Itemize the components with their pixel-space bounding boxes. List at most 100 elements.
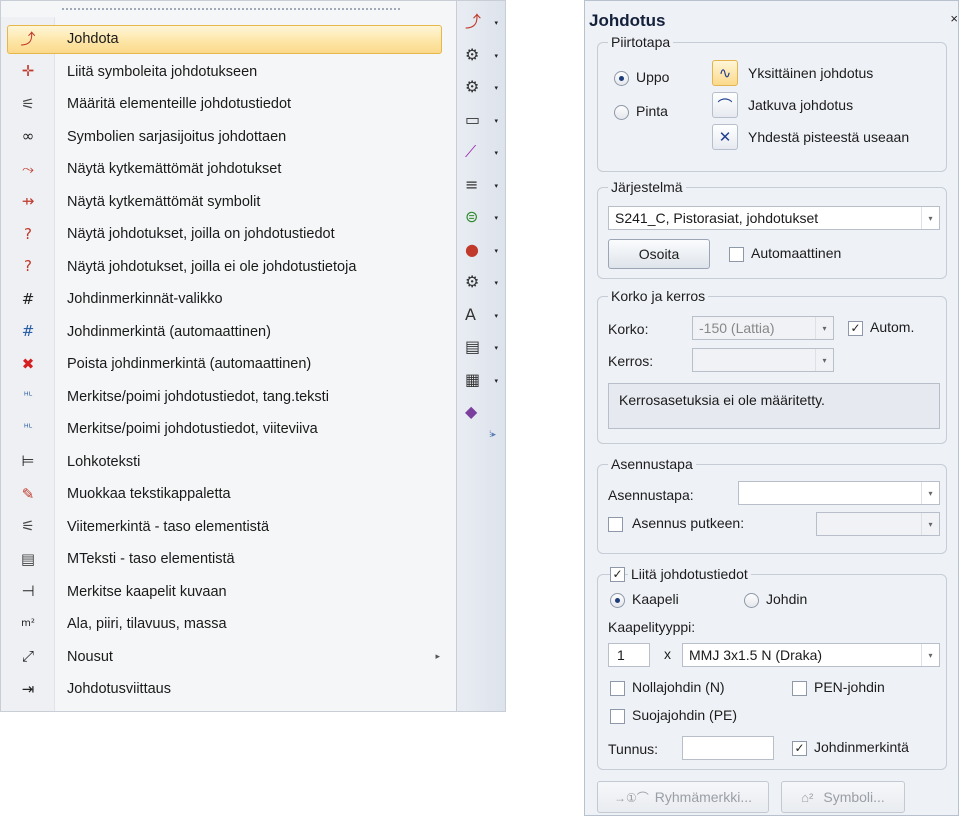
- close-icon[interactable]: ×: [950, 11, 958, 26]
- from-one-point-icon: ✕: [718, 128, 732, 146]
- dropdown-arrow-icon[interactable]: ▾: [494, 312, 498, 320]
- menu-item[interactable]: ✛ Liitä symboleita johdotukseen: [1, 56, 456, 89]
- dropdown-arrow-icon[interactable]: ▾: [494, 214, 498, 222]
- area-perimeter-icon: m²: [21, 618, 35, 630]
- in-pipe-checkbox[interactable]: [608, 517, 623, 532]
- menu-item[interactable]: ✎ Muokkaa tekstikappaletta: [1, 478, 456, 511]
- dropdown-arrow-icon[interactable]: ▾: [494, 344, 498, 352]
- korko-select[interactable]: -150 (Lattia) ▾: [692, 316, 834, 340]
- conductor-radio[interactable]: [744, 593, 759, 608]
- point-button[interactable]: Osoita: [608, 239, 710, 269]
- gear-tool-icon: ⚙: [465, 77, 480, 96]
- system-select-value: S241_C, Pistorasiat, johdotukset: [615, 210, 819, 226]
- neutral-checkbox[interactable]: [610, 681, 625, 696]
- menu-item[interactable]: ⇸ Näytä kytkemättömät symbolit: [1, 186, 456, 219]
- dropdown-arrow-icon[interactable]: ▾: [494, 247, 498, 255]
- menu-grip[interactable]: [61, 7, 401, 11]
- menu-item[interactable]: ⊨ Lohkoteksti: [1, 446, 456, 479]
- drawing-mode-legend: Piirtotapa: [608, 34, 674, 50]
- menu-item[interactable]: ✖ Poista johdinmerkintä (automaattinen): [1, 348, 456, 381]
- check-icon: ✓: [850, 321, 861, 335]
- system-select[interactable]: S241_C, Pistorasiat, johdotukset ▾: [608, 206, 940, 230]
- menu-item-label: Ala, piiri, tilavuus, massa: [67, 616, 227, 633]
- dropdown-arrow-icon[interactable]: ▾: [494, 279, 498, 287]
- marking-checkbox[interactable]: ✓: [792, 741, 807, 756]
- menu-item[interactable]: ? Näytä johdotukset, joilla on johdotusti…: [1, 218, 456, 251]
- dropdown-arrow-icon[interactable]: ▾: [494, 182, 498, 190]
- menu-item-label: Näytä johdotukset, joilla on johdotustie…: [67, 226, 335, 243]
- menu-item[interactable]: ⤴ Johdota: [1, 23, 456, 56]
- dropdown-arrow-icon[interactable]: ▾: [494, 149, 498, 157]
- toolbar-button[interactable]: ⟋ ▾: [459, 137, 503, 167]
- toolbar-button[interactable]: ▭ ▾: [459, 105, 503, 135]
- cable-count-value: 1: [617, 647, 625, 663]
- marking-label: Johdinmerkintä: [814, 739, 909, 755]
- menu-item[interactable]: # Johdinmerkintä (automaattinen): [1, 316, 456, 349]
- menu-item[interactable]: ▤ MTeksti - taso elementistä: [1, 543, 456, 576]
- automatic-checkbox[interactable]: [729, 247, 744, 262]
- menu-item[interactable]: ⤳ Näytä kytkemättömät johdotukset: [1, 153, 456, 186]
- pipe-select[interactable]: ▾: [816, 512, 940, 536]
- menu-item-label: Muokkaa tekstikappaletta: [67, 486, 231, 503]
- dropdown-arrow-icon[interactable]: ▾: [494, 52, 498, 60]
- protective-checkbox[interactable]: [610, 709, 625, 724]
- dropdown-arrow-icon[interactable]: ▾: [494, 377, 498, 385]
- risers-icon: ⤢: [21, 647, 34, 666]
- menu-item-label: Viitemerkintä - taso elementistä: [67, 518, 270, 535]
- attach-wiring-data-checkbox[interactable]: ✓: [610, 567, 625, 582]
- toolbar-button[interactable]: ● ▾: [459, 235, 503, 265]
- menu-item[interactable]: ⊣ Merkitse kaapelit kuvaan: [1, 576, 456, 609]
- book-icon: ◆: [465, 402, 478, 421]
- pen-checkbox[interactable]: [792, 681, 807, 696]
- menu-item[interactable]: ⚟ Määritä elementeille johdotustiedot: [1, 88, 456, 121]
- cable-label: Kaapeli: [632, 591, 679, 607]
- menu-item[interactable]: ∞ Symbolien sarjasijoitus johdottaen: [1, 121, 456, 154]
- menu-item[interactable]: m² Ala, piiri, tilavuus, massa: [1, 608, 456, 641]
- menu-item[interactable]: ᴴᴸ Merkitse/poimi johdotustiedot, tang.te…: [1, 381, 456, 414]
- menu-item[interactable]: ᴴᴸ Merkitse/poimi johdotustiedot, viitevi…: [1, 413, 456, 446]
- menu-item-list: ⤴ Johdota ✛ Liitä symboleita johdotukseen ⚟ M…: [1, 23, 456, 706]
- mark-cables-icon: ⊣: [21, 582, 35, 601]
- menu-item-label: Merkitse/poimi johdotustiedot, viiteviiv…: [67, 421, 318, 438]
- chevron-down-icon: ▾: [921, 482, 939, 504]
- menu-item[interactable]: ? Näytä johdotukset, joilla ei ole johdot…: [1, 251, 456, 284]
- toolbar-button[interactable]: ▤ ▾: [459, 332, 503, 362]
- menu-item-label: Johdota: [67, 31, 119, 48]
- single-wiring-button[interactable]: ∿: [712, 60, 738, 86]
- menu-item[interactable]: ⤢ Nousut ▸: [1, 641, 456, 674]
- menu-item[interactable]: ⇥ Johdotusviittaus: [1, 673, 456, 706]
- dropdown-arrow-icon[interactable]: ▾: [494, 84, 498, 92]
- continuous-wiring-button[interactable]: ⌒: [712, 92, 738, 118]
- toolbar-button[interactable]: ⚙ ▾: [459, 72, 503, 102]
- dropdown-arrow-icon[interactable]: ▾: [494, 19, 498, 27]
- toolbar-button[interactable]: ◆: [459, 397, 503, 427]
- menu-item-label: Merkitse kaapelit kuvaan: [67, 583, 227, 600]
- toolbar-button[interactable]: ⊜ ▾: [459, 202, 503, 232]
- symbol-button[interactable]: ⌂² Symboli...: [781, 781, 905, 813]
- group-mark-button[interactable]: →①⌒ Ryhmämerkki...: [597, 781, 769, 813]
- kerros-select[interactable]: ▾: [692, 348, 834, 372]
- menu-item-label: Lohkoteksti: [67, 453, 141, 470]
- toolbar-button[interactable]: ≡ ▾: [459, 170, 503, 200]
- toolbar-expand-icon[interactable]: ⁞▸: [489, 429, 496, 440]
- group-mark-icon: →①⌒: [614, 790, 649, 805]
- cable-radio[interactable]: [610, 593, 625, 608]
- pinta-radio[interactable]: [614, 105, 629, 120]
- toolbar-button[interactable]: ⤴ ▾: [459, 7, 503, 37]
- menu-item[interactable]: ⚟ Viitemerkintä - taso elementistä: [1, 511, 456, 544]
- install-select[interactable]: ▾: [738, 481, 940, 505]
- text-tool-icon: A: [465, 304, 476, 324]
- cable-count-input[interactable]: 1: [608, 643, 650, 667]
- toolbar-button[interactable]: A ▾: [459, 300, 503, 330]
- cable-type-select[interactable]: MMJ 3x1.5 N (Draka) ▾: [682, 643, 940, 667]
- toolbar-button[interactable]: ⚙ ▾: [459, 40, 503, 70]
- autom-checkbox[interactable]: ✓: [848, 321, 863, 336]
- toolbar-button[interactable]: ▦ ▾: [459, 365, 503, 395]
- dropdown-arrow-icon[interactable]: ▾: [494, 117, 498, 125]
- neutral-label: Nollajohdin (N): [632, 679, 725, 695]
- uppo-radio[interactable]: [614, 71, 629, 86]
- toolbar-button[interactable]: ⚙ ▾: [459, 267, 503, 297]
- tunnus-input[interactable]: [682, 736, 774, 760]
- from-one-point-button[interactable]: ✕: [712, 124, 738, 150]
- menu-item[interactable]: # Johdinmerkinnät-valikko: [1, 283, 456, 316]
